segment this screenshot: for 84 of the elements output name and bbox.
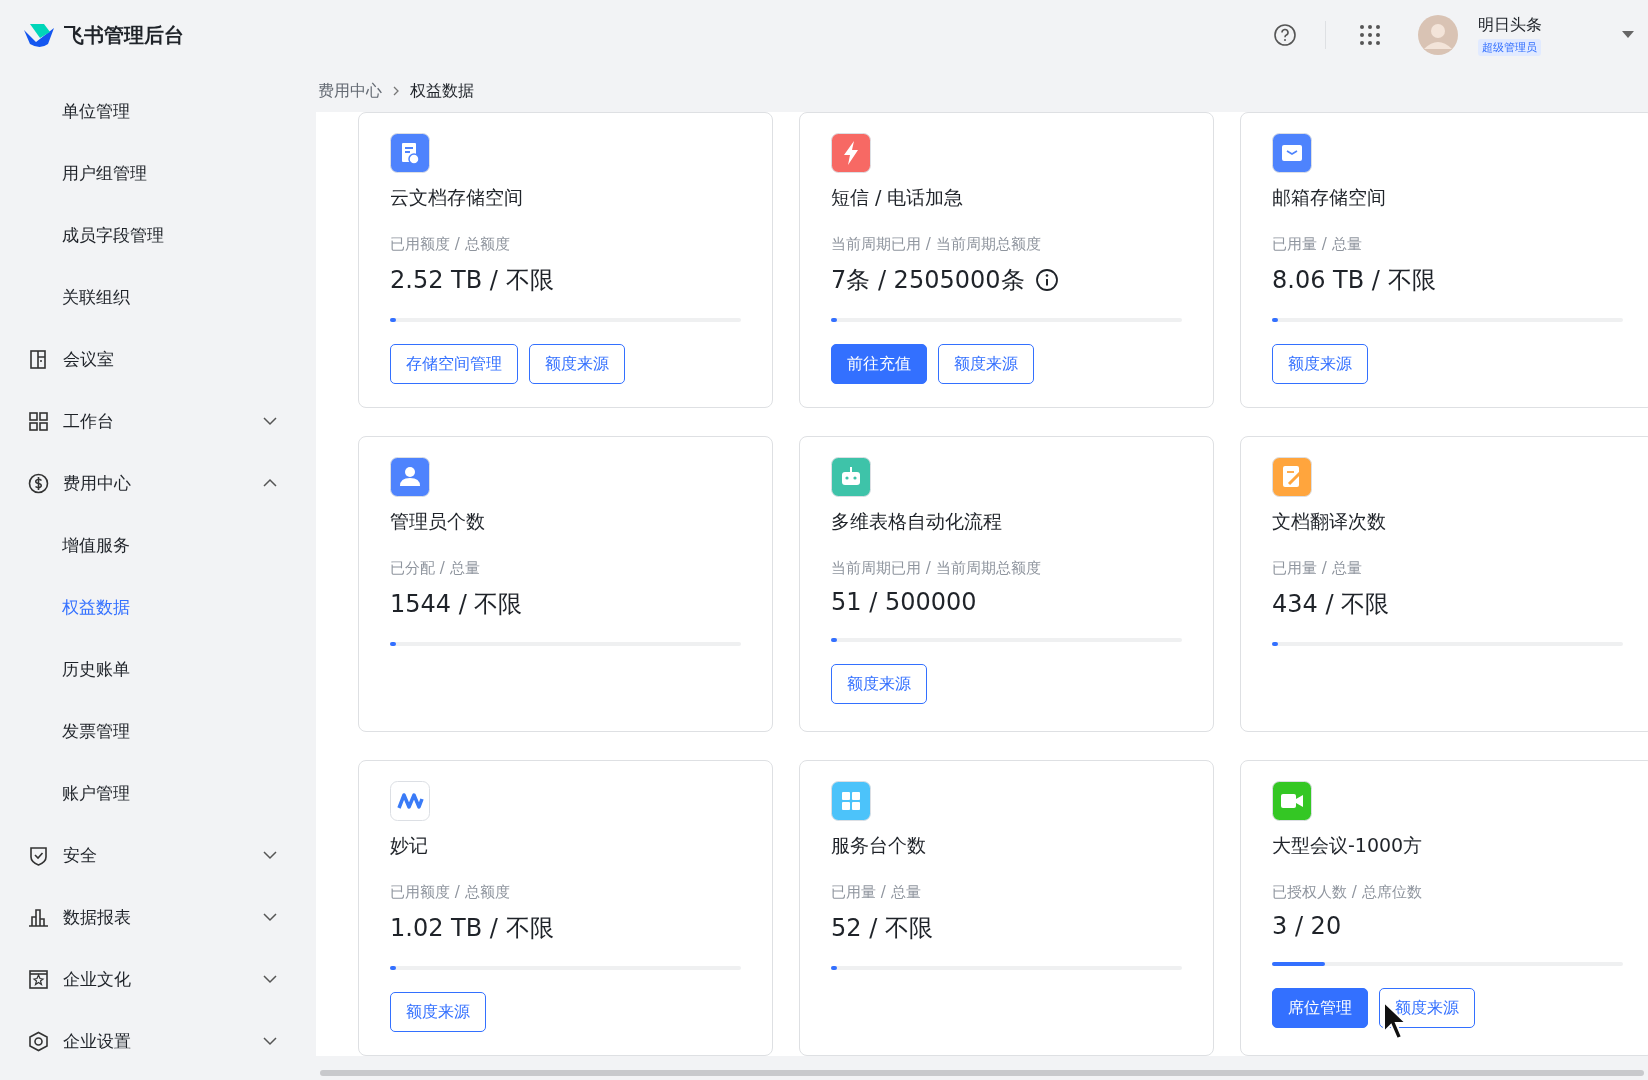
metric-label: 已用量 / 总量: [1272, 235, 1362, 254]
metric-value: 1.02 TB / 不限: [390, 913, 554, 944]
sidebar-item[interactable]: 数据报表: [0, 886, 316, 948]
metric-label: 已用量 / 总量: [831, 883, 921, 902]
apps-grid-icon[interactable]: [1358, 23, 1382, 47]
chevron-down-icon: [262, 912, 278, 922]
metric-label: 当前周期已用 / 当前周期总额度: [831, 559, 1041, 578]
sidebar-item[interactable]: 工作台: [0, 390, 316, 452]
breadcrumb-link[interactable]: 费用中心: [318, 80, 382, 102]
caret-icon[interactable]: [1622, 31, 1634, 39]
envelope-icon: [1272, 133, 1312, 173]
sidebar-item[interactable]: 关联组织: [0, 266, 316, 328]
card-title: 短信 / 电话加急: [831, 185, 964, 210]
metric-value: 3 / 20: [1272, 912, 1342, 940]
sidebar-item[interactable]: 发票管理: [0, 700, 316, 762]
metric-value: 7条 / 2505000条: [831, 265, 1025, 296]
chevron-down-icon: [262, 1036, 278, 1046]
lightning-icon: [831, 133, 871, 173]
bird-logo-icon: [22, 22, 56, 48]
action-button[interactable]: 额度来源: [1272, 344, 1368, 384]
metric-label: 已授权人数 / 总席位数: [1272, 883, 1422, 902]
sidebar-item[interactable]: 增值服务: [0, 514, 316, 576]
metric-label: 当前周期已用 / 当前周期总额度: [831, 235, 1041, 254]
metric-value: 1544 / 不限: [390, 589, 523, 620]
chevron-down-icon: [262, 416, 278, 426]
chevron-right-icon: [392, 85, 400, 97]
card-title: 大型会议-1000方: [1272, 833, 1423, 858]
sidebar-item[interactable]: 安全: [0, 824, 316, 886]
card-title: 云文档存储空间: [390, 185, 523, 210]
card-title: 多维表格自动化流程: [831, 509, 1002, 534]
action-button[interactable]: 席位管理: [1272, 988, 1368, 1028]
document-pen-icon: [1272, 457, 1312, 497]
sidebar-item[interactable]: 单位管理: [0, 80, 316, 142]
sidebar-item[interactable]: 企业文化: [0, 948, 316, 1010]
sidebar-item[interactable]: 企业设置: [0, 1010, 316, 1072]
metric-label: 已用额度 / 总额度: [390, 883, 510, 902]
document-cloud-icon: [390, 133, 430, 173]
wave-logo-icon: [390, 781, 430, 821]
horizontal-scrollbar[interactable]: [320, 1070, 1644, 1076]
person-icon: [390, 457, 430, 497]
card-title: 文档翻译次数: [1272, 509, 1386, 534]
chevron-up-icon: [262, 478, 278, 488]
chevron-down-icon: [262, 974, 278, 984]
grid-icon: [28, 410, 49, 432]
action-button[interactable]: 额度来源: [938, 344, 1034, 384]
action-button[interactable]: 额度来源: [529, 344, 625, 384]
card-title: 邮箱存储空间: [1272, 185, 1386, 210]
sidebar-item[interactable]: 成员字段管理: [0, 204, 316, 266]
action-button[interactable]: 额度来源: [390, 992, 486, 1032]
sidebar-item[interactable]: 历史账单: [0, 638, 316, 700]
card-title: 服务台个数: [831, 833, 926, 858]
robot-icon: [831, 457, 871, 497]
metric-value: 2.52 TB / 不限: [390, 265, 554, 296]
action-button[interactable]: 前往充值: [831, 344, 927, 384]
card-title: 妙记: [390, 833, 428, 858]
metric-value: 8.06 TB / 不限: [1272, 265, 1436, 296]
metric-label: 已用量 / 总量: [1272, 559, 1362, 578]
tiles-icon: [831, 781, 871, 821]
dollar-coin-icon: [28, 472, 49, 494]
door-icon: [28, 348, 49, 370]
shield-check-icon: [28, 844, 49, 866]
sidebar-item[interactable]: 用户组管理: [0, 142, 316, 204]
sidebar-item[interactable]: 账户管理: [0, 762, 316, 824]
metric-value: 51 / 500000: [831, 588, 977, 616]
user-name: 明日头条: [1478, 14, 1542, 36]
metric-label: 已用额度 / 总额度: [390, 235, 510, 254]
app-title: 飞书管理后台: [64, 21, 184, 49]
sidebar-item[interactable]: 费用中心: [0, 452, 316, 514]
video-camera-icon: [1272, 781, 1312, 821]
chevron-down-icon: [262, 850, 278, 860]
hexagon-settings-icon: [28, 1030, 49, 1052]
sidebar-item[interactable]: 权益数据: [0, 576, 316, 638]
sidebar-item[interactable]: 会议室: [0, 328, 316, 390]
action-button[interactable]: 存储空间管理: [390, 344, 518, 384]
help-icon[interactable]: [1273, 23, 1297, 47]
metric-value: 434 / 不限: [1272, 589, 1390, 620]
action-button[interactable]: 额度来源: [831, 664, 927, 704]
card-title: 管理员个数: [390, 509, 485, 534]
role-badge: 超级管理员: [1478, 38, 1541, 56]
metric-value: 52 / 不限: [831, 913, 933, 944]
metric-label: 已分配 / 总量: [390, 559, 480, 578]
bar-chart-icon: [28, 906, 49, 928]
star-frame-icon: [28, 968, 49, 990]
action-button[interactable]: 额度来源: [1379, 988, 1475, 1028]
